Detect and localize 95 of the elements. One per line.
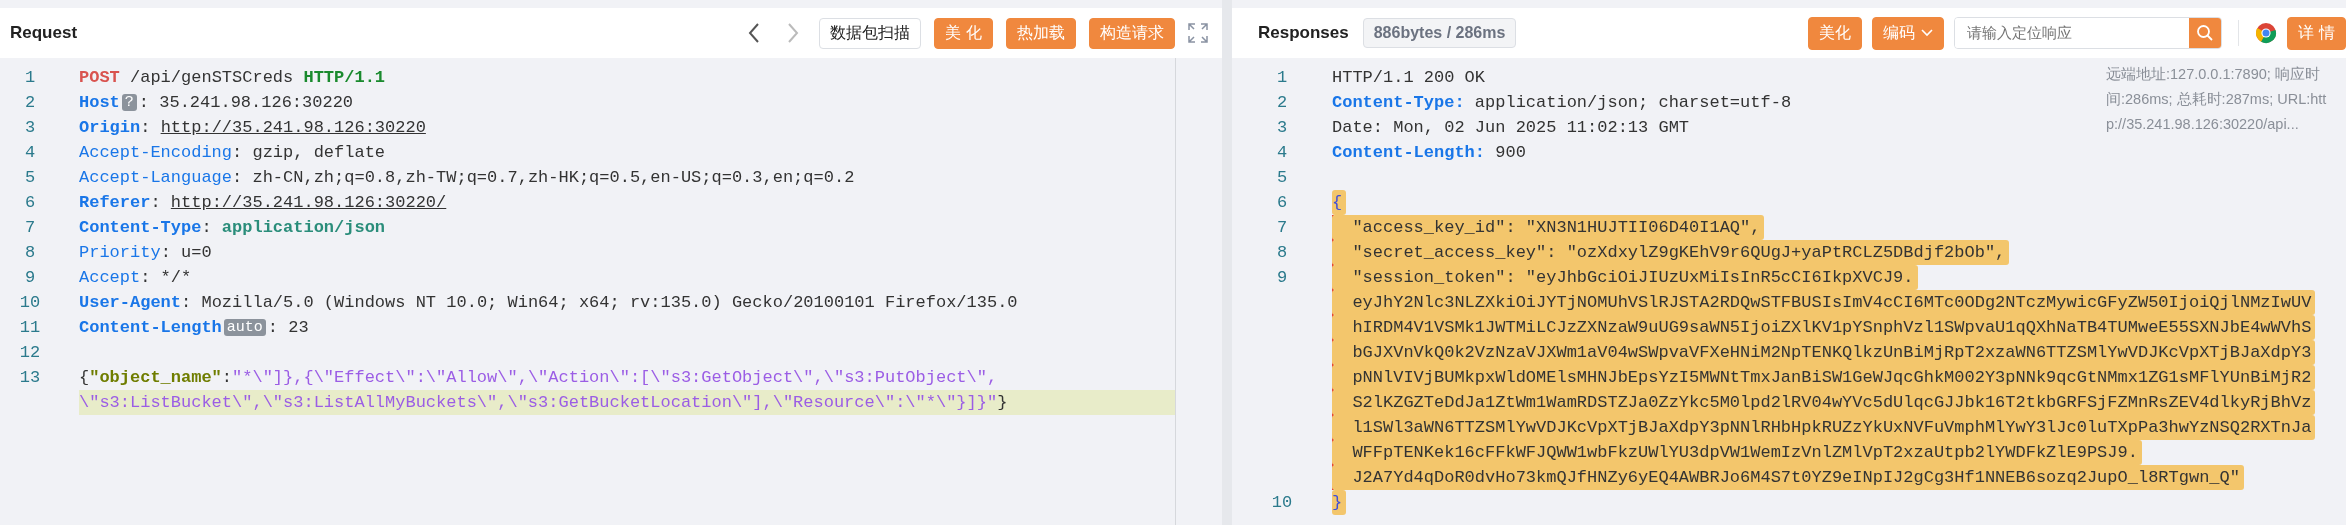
line-number: 13 [19, 368, 41, 387]
line-number: 11 [19, 318, 41, 337]
line-number: 7 [24, 218, 36, 237]
line-number: 7 [1276, 218, 1288, 237]
code-text: bGJXVnVkQ0k2VzNzaVJXWm1aV04wSWpvaVFXeHNiM2NpTENKQlkzUnBiMjRpT2xzaWN6TTZSMlYwVDJKcVpXTjBJaXdpY3 [1351, 343, 2312, 362]
line-number: 1 [24, 68, 36, 87]
remote-info-text: 远端地址:127.0.0.1:7890; 响应时 间:286ms; 总耗时:287ms; URL:htt p://35.241.98.126:30220/api... [2106, 65, 2328, 134]
code-text: : [150, 193, 162, 212]
url-link[interactable]: http://35.241.98.126:30220 [160, 118, 426, 137]
code-text: : u=0 [160, 243, 212, 262]
detail-button[interactable]: 详 情 [2286, 16, 2346, 50]
line-number: 8 [1276, 243, 1288, 262]
chevron-right-icon[interactable] [785, 22, 800, 44]
line-number: 6 [1276, 193, 1288, 212]
code-text: J2A7Yd4qDoR0dvHo73kmQJfHNZy6yEQ4AWBRJo6M4S7t0YZ9eINpIJ2gCg3Hf1NNEB6sozq2JupO_l8RTgwn_Q" [1351, 468, 2240, 487]
line-number: 5 [1276, 168, 1288, 187]
code-text: WFFpTENKek16cFFkWFJQWW1wbFkzUWlYU3dpVW1WemIzVnlZMlVpT2xzaUtpb2lYWDFkZlE9PSJ9. [1351, 443, 2138, 462]
line-number: 2 [1276, 93, 1288, 112]
header-name: User-Agent [79, 293, 182, 312]
action-button[interactable]: 美化 [1807, 16, 1862, 50]
code-text: "access_key_id": "XN3N1HUJTII06D40I1AQ", [1351, 218, 1761, 237]
caret-icon [1920, 29, 1933, 37]
code-text: S2lKZGZTeDdJa1ZtWm1WamRDSTZJa0ZzYkc5M0lpd2lRV04wYVc5dUlqcGJJbk16T2tkbGRFSjFZMnRsZEV4dlkyRjBhVz [1351, 393, 2312, 412]
line-number: 2 [24, 93, 36, 112]
line-number: 4 [1276, 143, 1288, 162]
line-number: 6 [24, 193, 36, 212]
header-name: Content-Type [79, 218, 202, 237]
search-icon [2195, 24, 2214, 42]
brace: } [1332, 493, 1343, 512]
code-text: : */* [140, 268, 192, 287]
code-text: HTTP/1.1 200 OK [1332, 68, 1486, 87]
code-text: Date: Mon, 02 Jun 2025 11:02:13 GMT [1332, 118, 1690, 137]
hint-badge: auto [223, 319, 266, 336]
action-button[interactable]: 热加载 [1006, 17, 1076, 49]
line-number: 3 [24, 118, 36, 137]
line-number: 4 [24, 143, 36, 162]
code-text: application/json; charset=utf-8 [1473, 93, 1792, 112]
json-string: \"s3:ListBucket\",\"s3:ListAllMyBuckets\",\"s3:GetBucketLocation\"],\"Resource\":\"*\"}]}" [79, 393, 998, 412]
code-text: { [79, 368, 90, 387]
code-text: : zh-CN,zh;q=0.8,zh-TW;q=0.7,zh-HK;q=0.5,en-US;q=0.3,en;q=0.2 [232, 168, 855, 187]
header-name: Content-Type: [1332, 93, 1465, 112]
code-text: pNNlVIVjBUMkpxWldOMElsMHNJbEpsYzI5MWNtTmxJanBiSW1GeWJqcGhkM002Y3pNNk9qcGtNMmx1ZG1sMFlYUnBiMjR2 [1351, 368, 2312, 387]
line-number: 9 [24, 268, 36, 287]
code-text: "session_token": "eyJhbGciOiJIUzUxMiIsInR5cCI6IkpXVCJ9. [1351, 268, 1914, 287]
code-text: : gzip, deflate [232, 143, 386, 162]
line-number: 1 [1276, 68, 1288, 87]
code-text: : 35.241.98.126:30220 [138, 93, 354, 112]
header-name: Host [79, 93, 120, 112]
line-number: 8 [24, 243, 36, 262]
header-name: Origin [79, 118, 141, 137]
code-text: "secret_access_key": "ozXdxylZ9gKEhV9r6QUgJ+yaPtRCLZ5DBdjf2bOb", [1351, 243, 2006, 262]
code-text: /api/genSTSCreds [129, 68, 295, 87]
header-name: Content-Length: [1332, 143, 1486, 162]
header-value: application/json [221, 218, 386, 237]
code-text: : [140, 118, 152, 137]
header-name: Priority [79, 243, 161, 262]
code-text: : [221, 368, 233, 387]
code-text: : Mozilla/5.0 (Windows NT 10.0; Win64; x64; rv:135.0) Gecko/20100101 Firefox/135.0 [181, 293, 1018, 312]
line-number: 5 [24, 168, 36, 187]
round-logo-icon[interactable] [2254, 22, 2277, 44]
action-button[interactable]: 构造请求 [1089, 17, 1175, 49]
header-name: Content-Length [79, 318, 222, 337]
expand-icon[interactable] [1188, 23, 1208, 43]
http-method: POST [79, 68, 120, 87]
header-name: Referer [79, 193, 151, 212]
stats-badge: 886bytes / 286ms [1362, 18, 1517, 48]
code-text: : 23 [267, 318, 309, 337]
url-link[interactable]: http://35.241.98.126:30220/ [170, 193, 447, 212]
line-number: 10 [19, 293, 41, 312]
header-name: Accept [79, 268, 141, 287]
search-button[interactable] [2188, 18, 2221, 48]
encoding-dropdown[interactable]: 编码 [1871, 16, 1944, 50]
line-number: 3 [1276, 118, 1288, 137]
line-number: 10 [1271, 493, 1293, 512]
panel-title: Responses [1258, 23, 1349, 43]
code-text: } [997, 393, 1008, 412]
action-button[interactable]: 美 化 [933, 17, 993, 49]
line-number: 12 [19, 343, 41, 362]
code-text: : [201, 218, 213, 237]
code-text: l1SWl3aWN6TTZSMlYwVDJKcVpXTjBJaXdpY3pNNlRHbHpkRUZzYkUxNVFuVmphMlYwY3lJc0luTXpPa3hwYzNSQ2RXTnJa [1351, 418, 2312, 437]
hint-badge: ? [121, 94, 137, 111]
line-number: 9 [1276, 268, 1288, 287]
header-name: Accept-Encoding [79, 143, 233, 162]
panel-title: Request [10, 23, 78, 43]
code-text: eyJhY2Nlc3NLZXkiOiJYTjNOMUhVSlRJSTA2RDQwSTFBUSIsImV4cCI6MTc0ODg2NTczMywicGFyZW50IjoiQjlNMzIwUV [1351, 293, 2312, 312]
scan-button[interactable]: 数据包扫描 [818, 17, 921, 49]
brace: { [1332, 193, 1343, 212]
code-text: 900 [1494, 143, 1526, 162]
chevron-left-icon[interactable] [746, 22, 761, 44]
header-name: Accept-Language [79, 168, 233, 187]
json-string: "*\"]},{\"Effect\":\"Allow\",\"Action\":[\"s3:GetObject\",\"s3:PutObject\", [232, 368, 998, 387]
search-field[interactable]: 请输入定位响应 [1953, 17, 2222, 49]
code-text: hIRDM4V1VSMk1JWTMiLCJzZXNzaW9uUG9saWN5IjoiZXlKV1pYSnphVzl1SWpvaU1qQXhNaTB4TUMweE55SXNJbE4wWVhS [1351, 318, 2312, 337]
protocol-version: HTTP/1.1 [303, 68, 386, 87]
json-key: "object_name" [89, 368, 222, 387]
